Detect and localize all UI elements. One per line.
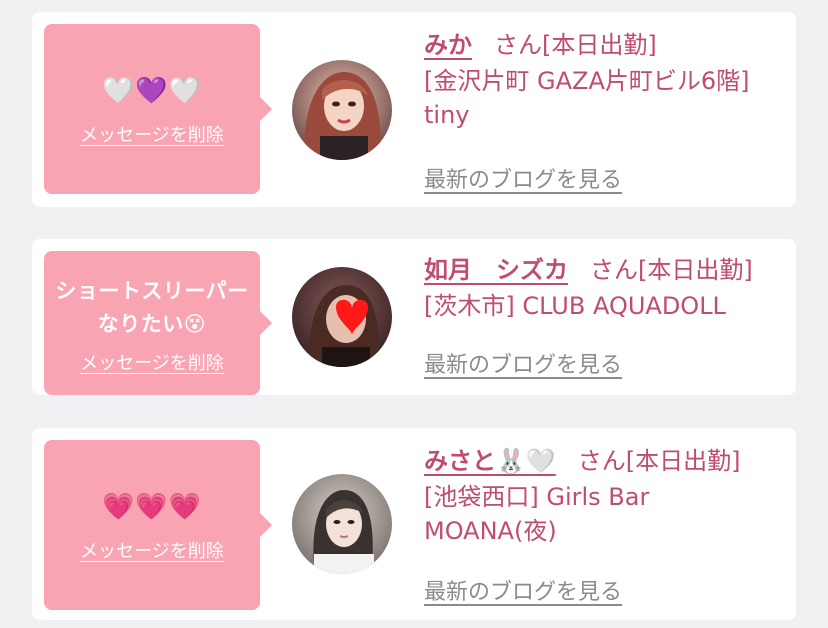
cast-info: みさと🐰🤍 さん[本日出勤] [池袋西口] Girls Bar MOANA(夜) bbox=[424, 444, 784, 548]
cast-name-link[interactable]: 如月 シズカ bbox=[424, 256, 568, 284]
avatar[interactable] bbox=[292, 474, 392, 574]
delete-message-link[interactable]: メッセージを削除 bbox=[80, 121, 224, 147]
avatar[interactable] bbox=[292, 60, 392, 160]
attendance-status: さん[本日出勤] bbox=[577, 447, 741, 475]
cast-name-link[interactable]: みか bbox=[424, 31, 472, 59]
shop-info: [茨木市] CLUB AQUADOLL bbox=[424, 292, 726, 320]
cast-name-link[interactable]: みさと🐰🤍 bbox=[424, 447, 556, 475]
message-card: 💗💗💗 メッセージを削除 みさと🐰🤍 さん[本日出勤] [池袋西口] Girls … bbox=[32, 428, 796, 620]
latest-blog-link[interactable]: 最新のブログを見る bbox=[424, 347, 622, 379]
latest-blog-link[interactable]: 最新のブログを見る bbox=[424, 162, 622, 194]
message-text: 🤍💜🤍 bbox=[101, 75, 203, 106]
attendance-status: さん[本日出勤] bbox=[590, 256, 753, 284]
message-card: ショートスリーパーなりたい😵 メッセージを削除 如月 シズカ さん[本日出勤] [… bbox=[32, 239, 796, 395]
woman-photo-avatar-icon bbox=[292, 60, 392, 160]
cast-info: みか さん[本日出勤] [金沢片町 GAZA片町ビル6階] tiny bbox=[424, 28, 784, 132]
shop-info: [金沢片町 GAZA片町ビル6階] tiny bbox=[424, 67, 750, 129]
delete-message-link[interactable]: メッセージを削除 bbox=[80, 537, 224, 563]
latest-blog-link[interactable]: 最新のブログを見る bbox=[424, 574, 622, 606]
cast-info: 如月 シズカ さん[本日出勤] [茨木市] CLUB AQUADOLL bbox=[424, 253, 784, 323]
message-bubble: ショートスリーパーなりたい😵 メッセージを削除 bbox=[44, 251, 272, 395]
delete-message-link[interactable]: メッセージを削除 bbox=[80, 349, 224, 375]
message-text: ショートスリーパーなりたい😵 bbox=[55, 279, 249, 336]
woman-photo-avatar-icon bbox=[292, 474, 392, 574]
woman-photo-avatar-heart-sticker-icon bbox=[292, 267, 392, 367]
message-text: 💗💗💗 bbox=[101, 491, 203, 522]
message-card: 🤍💜🤍 メッセージを削除 みか さん[本日出勤] [金沢片町 GAZA片町ビル6階… bbox=[32, 12, 796, 207]
attendance-status: さん[本日出勤] bbox=[494, 31, 657, 59]
message-bubble: 💗💗💗 メッセージを削除 bbox=[44, 440, 272, 610]
avatar[interactable] bbox=[292, 267, 392, 367]
shop-info: [池袋西口] Girls Bar MOANA(夜) bbox=[424, 483, 650, 545]
message-bubble: 🤍💜🤍 メッセージを削除 bbox=[44, 24, 272, 194]
